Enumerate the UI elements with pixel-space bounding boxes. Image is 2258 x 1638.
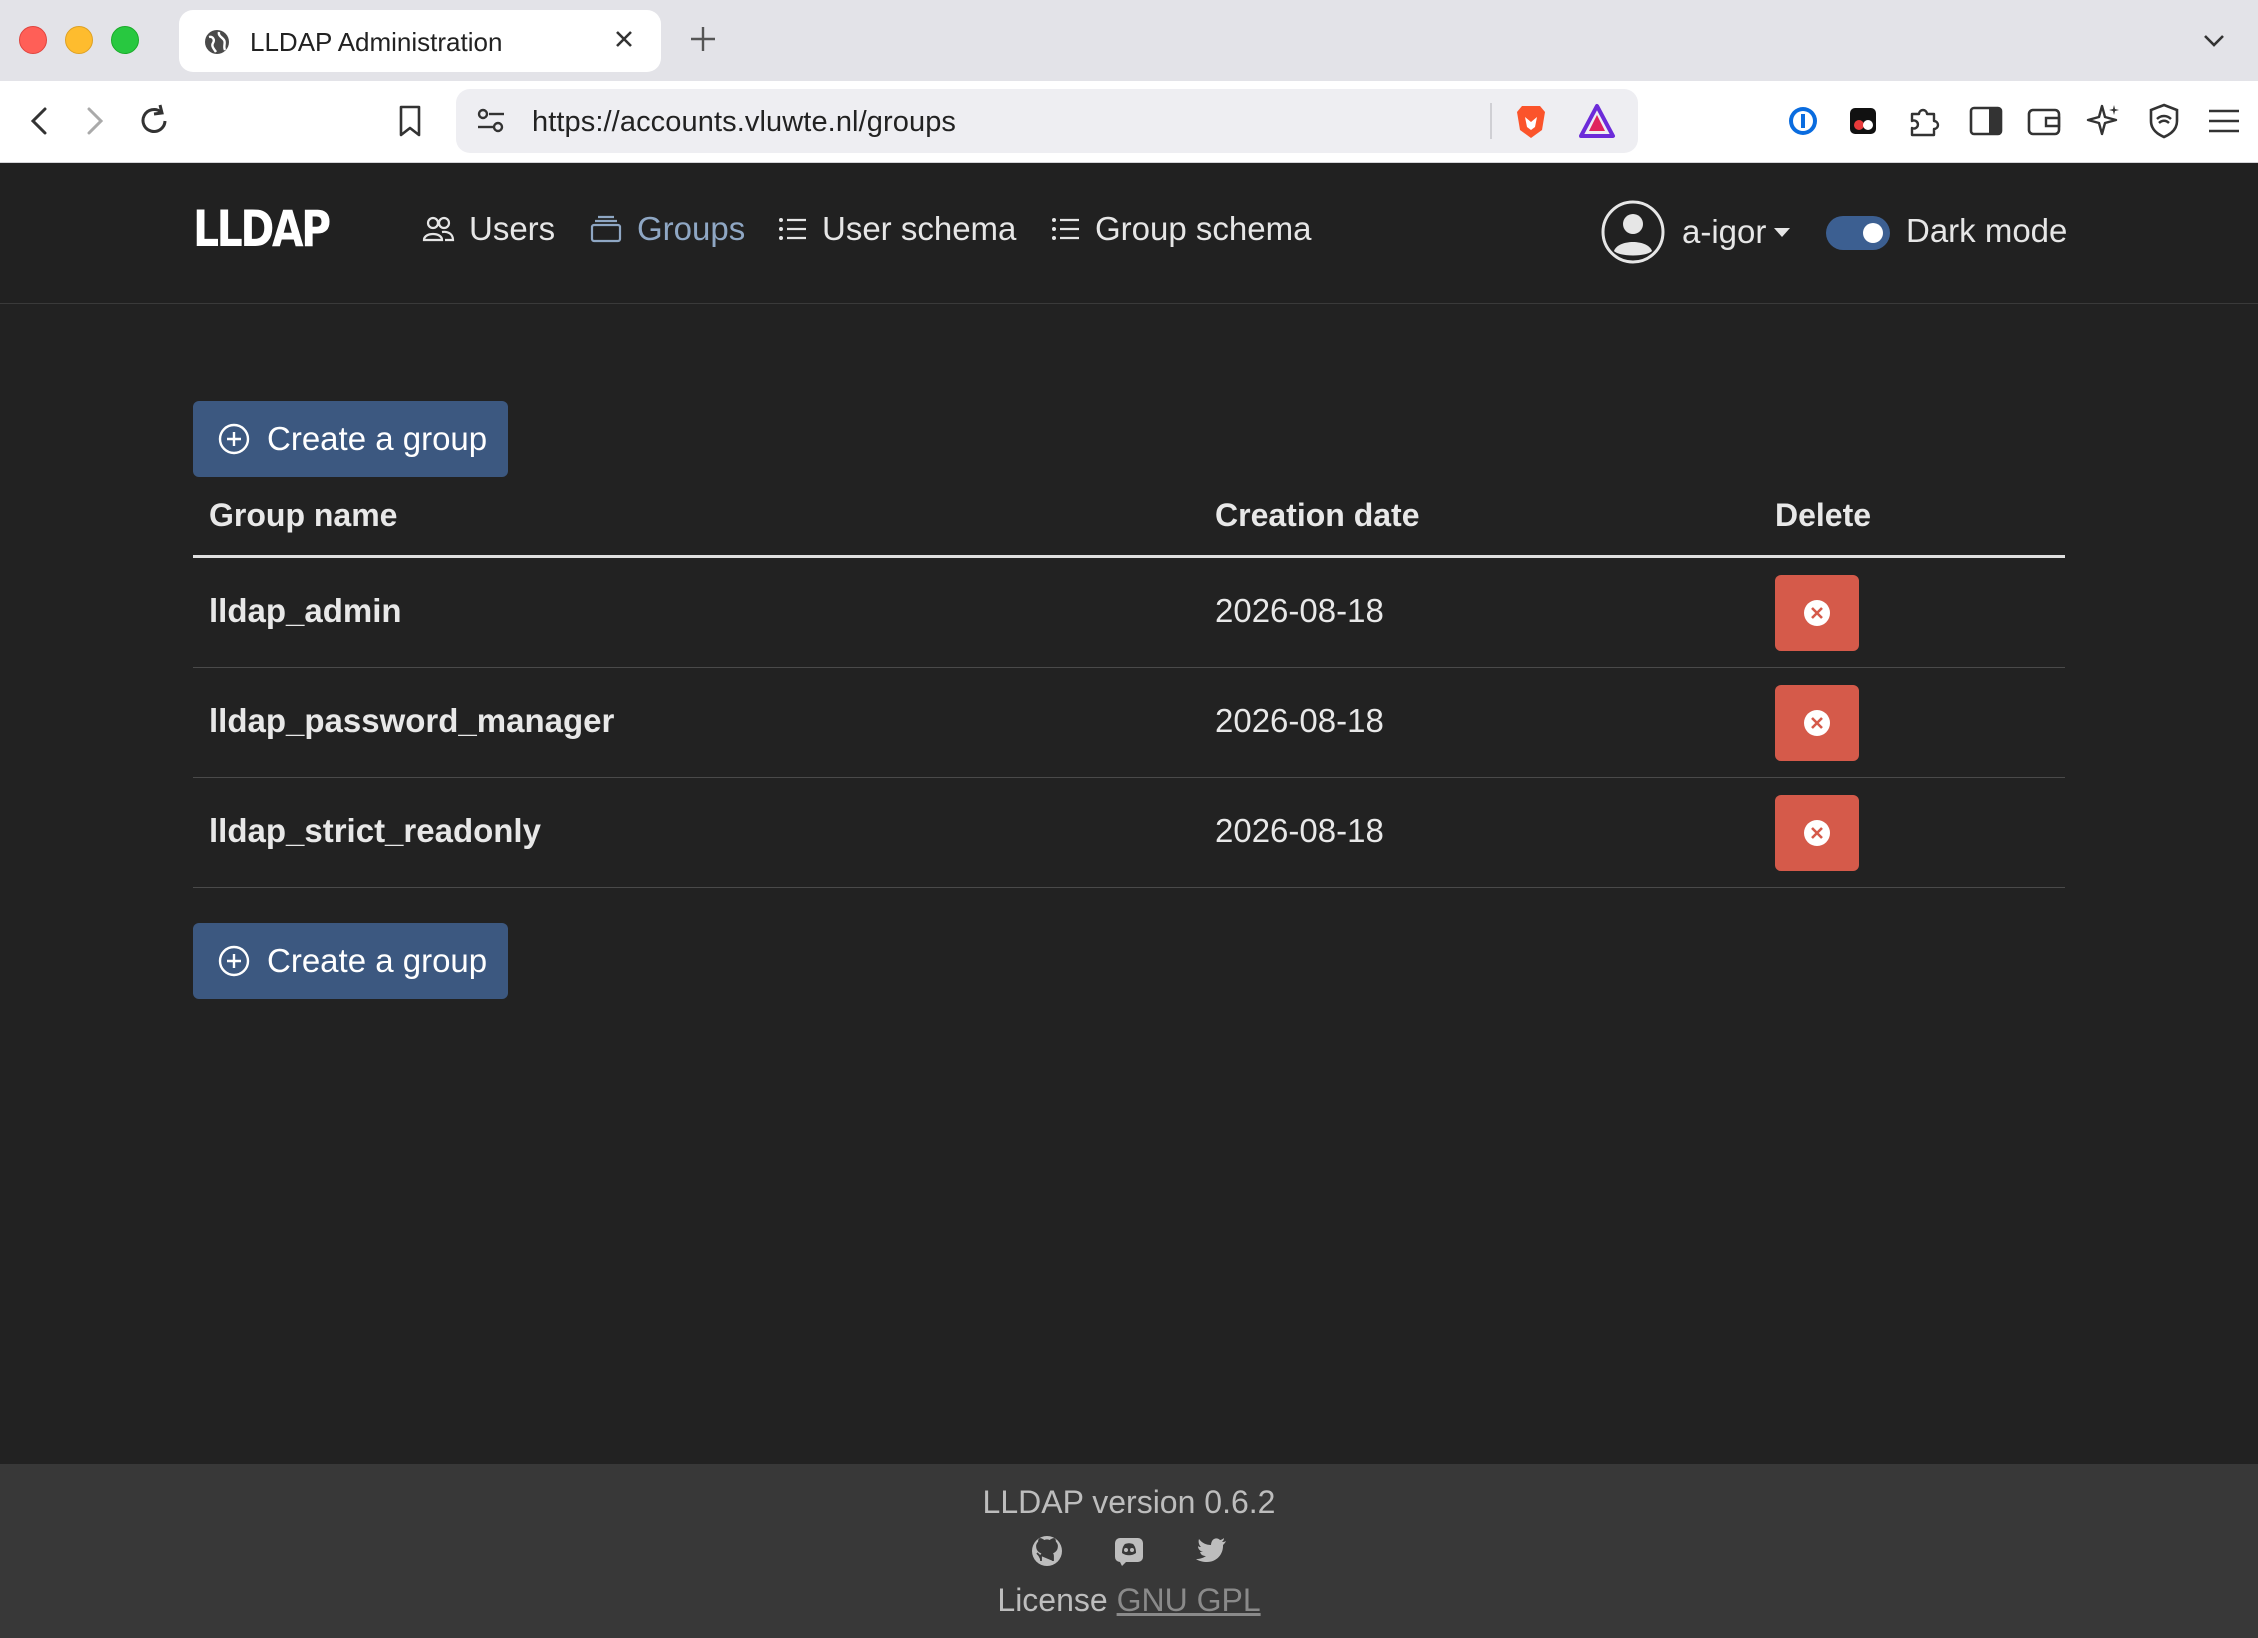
list-icon [1051,216,1081,242]
extension-icon[interactable] [1846,101,1880,141]
avatar-icon [1600,199,1666,265]
creation-date: 2026-08-18 [1215,592,1384,629]
brave-shields-icon[interactable] [1514,103,1548,141]
github-icon[interactable] [1030,1534,1064,1568]
create-group-label: Create a group [267,942,488,979]
delete-group-button[interactable] [1775,685,1859,761]
browser-tab-active[interactable]: LLDAP Administration [179,10,661,72]
x-circle-icon [1802,598,1832,628]
extensions-puzzle-icon[interactable] [1904,101,1944,141]
discord-icon[interactable] [1112,1534,1146,1568]
brand-logo[interactable]: LLDAP [193,200,331,258]
new-tab-plus-icon[interactable] [688,24,718,54]
address-bar-divider [1490,103,1492,139]
wallet-icon[interactable] [2024,101,2064,141]
reload-icon[interactable] [134,101,174,141]
group-name-link[interactable]: lldap_strict_readonly [209,812,541,850]
nav-item-users[interactable]: Users [421,204,555,254]
table-row: lldap_admin 2026-08-18 [193,558,2065,668]
browser-tab-strip: LLDAP Administration [0,0,2258,81]
nav-item-group-schema[interactable]: Group schema [1051,204,1311,254]
app-navbar: LLDAP Users Groups User schema Group sch… [0,164,2258,304]
table-row: lldap_strict_readonly 2026-08-18 [193,778,2065,888]
users-icon [421,214,455,244]
column-header-group-name: Group name [209,497,398,533]
browser-toolbar: https://accounts.vluwte.nl/groups [0,81,2258,163]
brave-rewards-icon[interactable] [1578,103,1616,139]
x-circle-icon [1802,818,1832,848]
username: a-igor [1682,213,1767,250]
groups-icon [589,214,623,244]
url-text[interactable]: https://accounts.vluwte.nl/groups [532,106,956,139]
creation-date: 2026-08-18 [1215,812,1384,849]
plus-circle-icon [217,944,251,978]
column-header-creation-date: Creation date [1215,497,1420,533]
nav-item-user-schema[interactable]: User schema [778,204,1016,254]
main-content: Create a group Group name Creation date … [0,305,2258,1464]
create-group-label: Create a group [267,420,488,457]
list-icon [778,216,808,242]
group-name-link[interactable]: lldap_admin [209,592,402,630]
plus-circle-icon [217,422,251,456]
site-settings-icon[interactable] [474,105,508,137]
address-bar[interactable]: https://accounts.vluwte.nl/groups [456,89,1638,153]
version-text: LLDAP version 0.6.2 [982,1484,1276,1520]
nav-item-groups[interactable]: Groups [589,204,745,254]
dark-mode-toggle[interactable] [1826,216,1890,250]
twitter-icon[interactable] [1194,1534,1228,1568]
license-link[interactable]: GNU GPL [1117,1582,1261,1618]
groups-table: Group name Creation date Delete lldap_ad… [193,481,2065,888]
back-arrow-icon[interactable] [20,101,60,141]
nav-label-group-schema: Group schema [1095,210,1312,247]
create-group-button[interactable]: Create a group [193,401,508,477]
table-header: Group name Creation date Delete [193,481,2065,558]
delete-group-button[interactable] [1775,795,1859,871]
nav-label-groups: Groups [637,210,746,247]
column-header-delete: Delete [1775,497,1872,533]
password-manager-icon[interactable] [1786,101,1820,141]
close-icon[interactable] [613,28,635,50]
sidebar-icon[interactable] [1966,101,2006,141]
globe-icon [203,28,231,56]
create-group-button[interactable]: Create a group [193,923,508,999]
window-minimize-button[interactable] [65,26,93,54]
toggle-knob [1863,223,1883,243]
license-text: License GNU GPL [0,1582,2258,1619]
delete-group-button[interactable] [1775,575,1859,651]
table-row: lldap_password_manager 2026-08-18 [193,668,2065,778]
bookmark-icon[interactable] [390,101,430,141]
nav-label-users: Users [469,210,556,247]
footer: LLDAP version 0.6.2 License GNU GPL [0,1464,2258,1638]
window-close-button[interactable] [19,26,47,54]
x-circle-icon [1802,708,1832,738]
forward-arrow-icon[interactable] [74,101,114,141]
window-maximize-button[interactable] [111,26,139,54]
chevron-down-icon[interactable] [2200,26,2228,54]
dark-mode-label: Dark mode [1906,212,2068,249]
menu-hamburger-icon[interactable] [2204,101,2244,141]
nav-label-user-schema: User schema [822,210,1017,247]
social-links [0,1534,2258,1568]
tab-title: LLDAP Administration [250,27,503,57]
leo-ai-icon[interactable] [2084,101,2124,141]
caret-down-icon [1774,227,1791,237]
group-name-link[interactable]: lldap_password_manager [209,702,614,740]
user-menu-dropdown[interactable]: a-igor [1600,199,1791,265]
vpn-shield-icon[interactable] [2144,101,2184,141]
license-prefix: License [997,1582,1108,1618]
creation-date: 2026-08-18 [1215,702,1384,739]
